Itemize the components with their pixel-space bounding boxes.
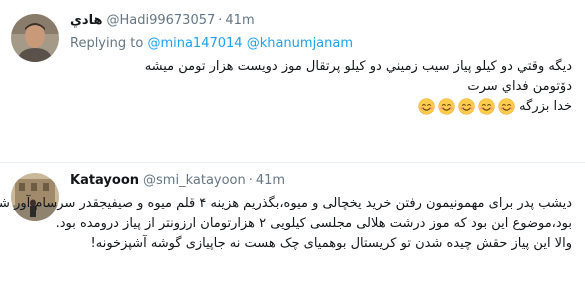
user-avatar-image (11, 14, 59, 62)
tweet[interactable]: Katayoon @smi_katayoon · 41m دیشب پدر بر… (0, 163, 585, 290)
author-handle[interactable]: @Hadi99673057 (106, 13, 215, 28)
smiling-face-with-smiling-eyes-icon (478, 98, 495, 115)
timestamp[interactable]: 41m (256, 173, 285, 188)
smiling-face-with-smiling-eyes-icon (418, 98, 435, 115)
tweet-text-line: بود،موضوع این بود که موز درشت هلالی مجلس… (55, 216, 572, 231)
replying-to-label: Replying to (70, 36, 144, 51)
smiling-face-with-smiling-eyes-icon (498, 98, 515, 115)
author-handle[interactable]: @smi_katayoon (143, 173, 246, 188)
tweet-text-line: والا این پیاز حقش چیده شدن تو کریستال بو… (90, 236, 572, 251)
author-name[interactable]: هادي (70, 13, 102, 28)
tweet-header: Katayoon @smi_katayoon · 41m (70, 170, 285, 190)
timestamp[interactable]: 41m (225, 13, 254, 28)
tweet-text: دیشب پدر برای مهمونیمون رفتن خرید یخچالی… (0, 194, 572, 254)
tweet-text-line: دیشب پدر برای مهمونیمون رفتن خرید یخچالی… (0, 196, 572, 211)
mention-link[interactable]: @mina147014 (147, 36, 242, 51)
tweet-text: ديگه وقتي دو كيلو پياز سيب زميني دو كيلو… (144, 57, 572, 117)
replying-to: Replying to @mina147014 @khanumjanam (70, 36, 353, 51)
tweet-text-line: دۆتومن فداي سرت (467, 79, 572, 94)
author-name[interactable]: Katayoon (70, 173, 139, 188)
tweet-text-line: خدا بزرگه (182, 97, 572, 117)
tweet[interactable]: هادي @Hadi99673057 · 41m Replying to @mi… (0, 0, 585, 163)
emoji-group (418, 98, 515, 115)
smiling-face-with-smiling-eyes-icon (458, 98, 475, 115)
mention-link[interactable]: @khanumjanam (247, 36, 353, 51)
separator-dot: · (248, 172, 253, 188)
separator-dot: · (218, 12, 223, 28)
avatar[interactable] (11, 14, 59, 62)
tweet-text-line: ديگه وقتي دو كيلو پياز سيب زميني دو كيلو… (144, 59, 572, 74)
smiling-face-with-smiling-eyes-icon (438, 98, 455, 115)
tweet-text-fragment: خدا بزرگه (519, 99, 572, 114)
tweet-header: هادي @Hadi99673057 · 41m (70, 10, 255, 30)
